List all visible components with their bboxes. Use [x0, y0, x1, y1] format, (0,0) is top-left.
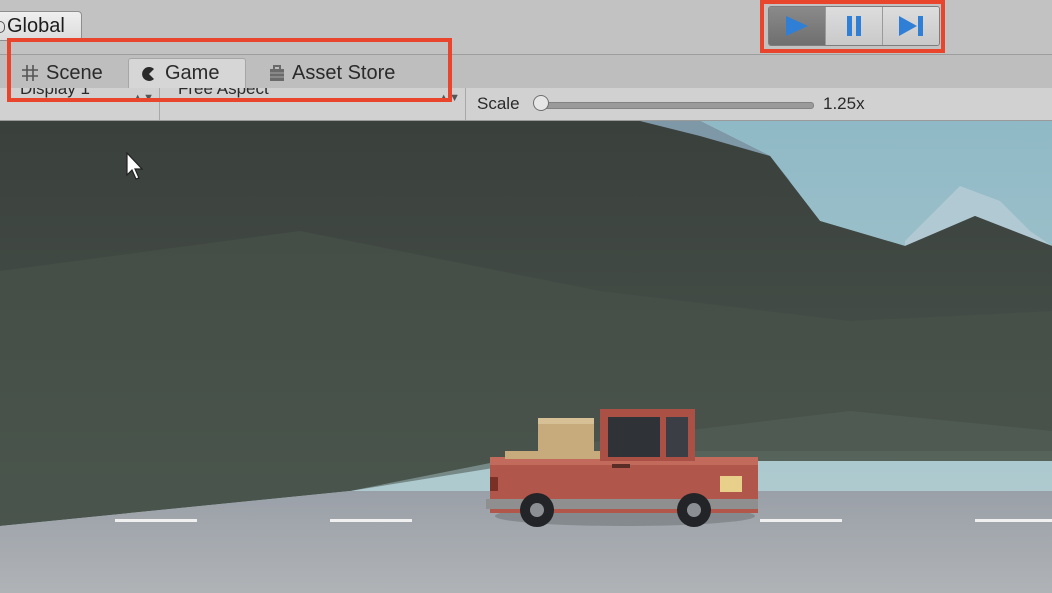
tab-label: Scene	[46, 61, 103, 84]
step-icon	[899, 16, 923, 36]
lane-marking	[760, 519, 842, 522]
play-button[interactable]	[769, 7, 826, 45]
display-value: Display 1	[20, 88, 90, 98]
play-icon	[786, 16, 808, 36]
lane-marking	[975, 519, 1052, 522]
tab-label: Game	[165, 62, 220, 84]
game-view-toolbar: Display 1 ▲▼ Free Aspect ▲▼ Scale 1.25x	[0, 88, 1052, 121]
step-button[interactable]	[883, 7, 939, 45]
tab-label: Asset Store	[292, 61, 396, 84]
game-scene	[0, 121, 1052, 593]
pause-icon	[847, 16, 861, 36]
pivot-rotation-toggle[interactable]: Global	[0, 11, 82, 41]
bag-icon	[268, 63, 286, 83]
main-toolbar: Global	[0, 0, 1052, 55]
lane-marking	[115, 519, 197, 522]
tab-scene[interactable]: Scene	[10, 58, 113, 88]
grid-icon	[20, 63, 40, 83]
pause-button[interactable]	[826, 7, 883, 45]
aspect-dropdown[interactable]: Free Aspect ▲▼	[170, 88, 466, 120]
global-label: Global	[7, 15, 65, 37]
pacman-icon	[139, 64, 159, 84]
mouse-cursor-icon	[126, 152, 144, 180]
lane-marking	[330, 519, 412, 522]
dropdown-arrow-icon: ▲▼	[438, 92, 460, 104]
tab-game[interactable]: Game	[128, 58, 246, 88]
toggle-edge-icon	[0, 21, 5, 33]
scale-value: 1.25x	[823, 94, 865, 113]
scale-slider-handle[interactable]	[533, 95, 549, 111]
tab-asset-store[interactable]: Asset Store	[258, 58, 405, 88]
dropdown-arrow-icon: ▲▼	[132, 92, 154, 104]
aspect-value: Free Aspect	[178, 88, 269, 98]
scale-label: Scale	[477, 94, 520, 113]
editor-tab-bar: Scene Game Asset Store	[0, 55, 1052, 88]
game-viewport[interactable]	[0, 121, 1052, 593]
scale-slider-track[interactable]	[540, 102, 814, 109]
play-controls	[768, 6, 940, 46]
display-dropdown[interactable]: Display 1 ▲▼	[12, 88, 160, 120]
